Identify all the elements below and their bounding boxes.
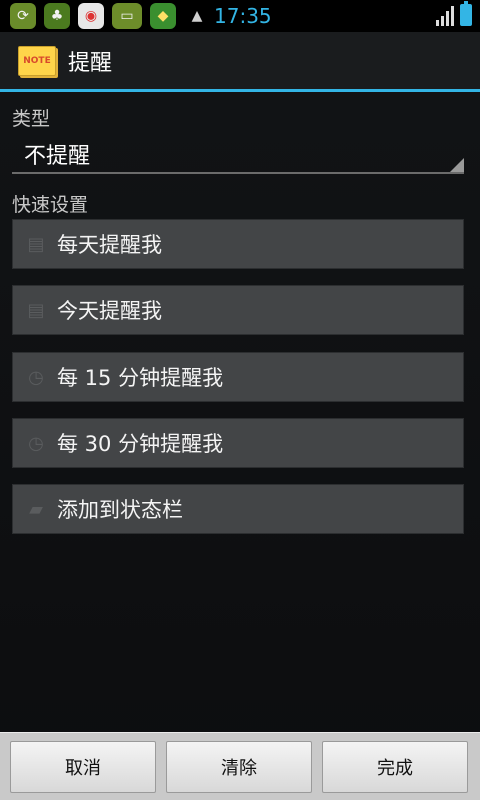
statusbar-icon: ▰ <box>29 498 43 520</box>
button-label: 每天提醒我 <box>57 233 162 257</box>
clock-icon: ◷ <box>28 432 44 454</box>
button-label: 添加到状态栏 <box>57 498 183 522</box>
battery-icon <box>460 1 472 26</box>
chrome-app-icon: ◉ <box>78 3 104 29</box>
screen: ⟳ ♣ ◉ ▭ ◆ ▲ 17:35 NOTE 提醒 类型 不提醒 快速设置 ▤ … <box>0 0 480 800</box>
app-icon-text: NOTE <box>23 55 51 66</box>
remind-daily-button[interactable]: ▤ 每天提醒我 <box>12 219 464 269</box>
clock: 17:35 <box>214 4 272 28</box>
button-label: 今天提醒我 <box>57 299 162 323</box>
android-icon: ▲ <box>191 8 203 24</box>
game-app-icon: ♣ <box>44 3 70 29</box>
type-label: 类型 <box>12 108 51 130</box>
remind-every-30-min-button[interactable]: ◷ 每 30 分钟提醒我 <box>12 418 464 468</box>
bottom-action-bar: 取消 清除 完成 <box>0 732 480 800</box>
battery-saver-app-icon: ▭ <box>112 3 142 29</box>
clock-icon: ◷ <box>28 366 44 388</box>
cancel-button[interactable]: 取消 <box>10 741 156 793</box>
title-bar: NOTE 提醒 <box>0 32 480 92</box>
green-app-icon: ◆ <box>150 3 176 29</box>
note-app-icon: NOTE <box>18 45 56 76</box>
add-to-statusbar-button[interactable]: ▰ 添加到状态栏 <box>12 484 464 534</box>
type-selected-value: 不提醒 <box>24 144 91 169</box>
done-button[interactable]: 完成 <box>322 741 468 793</box>
notification-icons: ⟳ ♣ ◉ ▭ ◆ ▲ <box>0 3 210 29</box>
calendar-icon: ▤ <box>27 233 45 255</box>
spinner-arrow-icon <box>450 158 464 172</box>
remind-every-15-min-button[interactable]: ◷ 每 15 分钟提醒我 <box>12 352 464 402</box>
page-title: 提醒 <box>68 50 113 76</box>
button-label: 每 30 分钟提醒我 <box>57 432 224 456</box>
clear-button[interactable]: 清除 <box>166 741 312 793</box>
sync-app-icon: ⟳ <box>10 3 36 29</box>
button-label: 每 15 分钟提醒我 <box>57 366 224 390</box>
type-spinner[interactable]: 不提醒 <box>12 132 464 174</box>
status-bar: ⟳ ♣ ◉ ▭ ◆ ▲ 17:35 <box>0 0 480 32</box>
quick-settings-label: 快速设置 <box>12 194 89 216</box>
calendar-icon: ▤ <box>27 299 45 321</box>
signal-icon <box>436 4 454 26</box>
remind-today-button[interactable]: ▤ 今天提醒我 <box>12 285 464 335</box>
system-indicators <box>436 1 472 26</box>
